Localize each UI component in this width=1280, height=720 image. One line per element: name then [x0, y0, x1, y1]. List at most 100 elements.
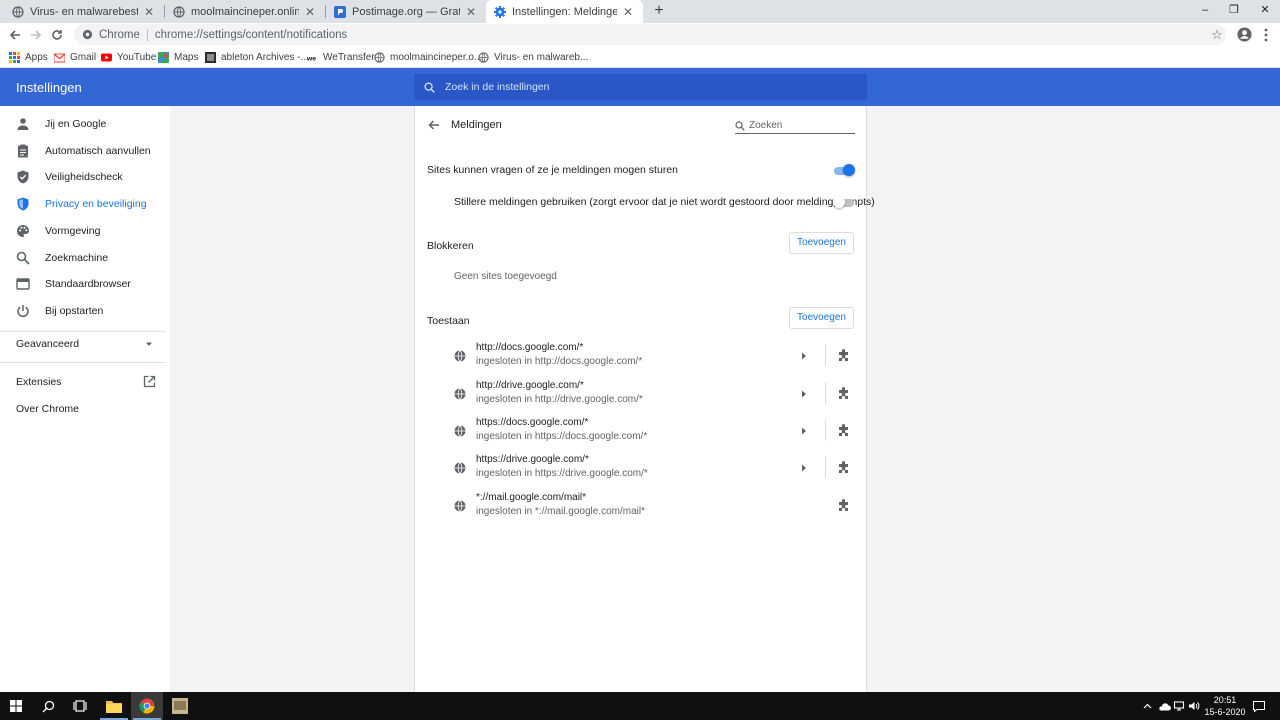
- bookmark-apps[interactable]: Apps: [9, 50, 48, 64]
- settings-title: Instellingen: [16, 80, 82, 95]
- site-embedded-text: ingesloten in *://mail.google.com/mail*: [476, 506, 645, 517]
- volume-icon[interactable]: [1187, 692, 1201, 720]
- notifications-search-box[interactable]: [735, 118, 855, 134]
- minimize-button[interactable]: –: [1190, 0, 1220, 20]
- tab-title: Postimage.org — Gratis afbeeldi: [352, 5, 460, 18]
- gmail-icon: [54, 53, 65, 62]
- puzzle-extension-icon[interactable]: [837, 499, 851, 513]
- bookmarks-bar: Apps Gmail YouTube Maps ableton Archives…: [0, 46, 1280, 68]
- quiet-notifications-label: Stillere meldingen gebruiken (zorgt ervo…: [454, 196, 875, 208]
- open-in-new-icon[interactable]: [143, 375, 156, 388]
- task-view-button[interactable]: [64, 692, 96, 720]
- allowed-site-row[interactable]: https://drive.google.com/* ingesloten in…: [415, 450, 868, 486]
- notifications-card: Meldingen Sites kunnen vragen of ze je m…: [414, 106, 875, 692]
- cloud-icon[interactable]: [1156, 692, 1172, 720]
- puzzle-extension-icon[interactable]: [837, 424, 851, 438]
- settings-search-box[interactable]: [414, 74, 867, 100]
- ask-permission-toggle[interactable]: [834, 164, 855, 176]
- omnibox-separator: [146, 28, 148, 41]
- notification-center-icon[interactable]: [1250, 692, 1268, 720]
- bookmark-wetransfer[interactable]: we WeTransfer: [307, 50, 375, 64]
- forward-arrow-icon[interactable]: [27, 26, 45, 44]
- taskbar-file-explorer[interactable]: [98, 692, 130, 720]
- quiet-notifications-toggle[interactable]: [833, 196, 854, 208]
- taskbar-app[interactable]: [164, 692, 196, 720]
- new-tab-button[interactable]: +: [650, 2, 668, 20]
- close-icon[interactable]: ✕: [303, 5, 317, 19]
- arrow-right-icon[interactable]: [800, 463, 808, 473]
- address-bar[interactable]: Chrome chrome://settings/content/notific…: [74, 24, 1226, 45]
- arrow-right-icon[interactable]: [800, 351, 808, 361]
- puzzle-extension-icon[interactable]: [837, 349, 851, 363]
- taskbar-clock[interactable]: 20:51 15-6-2020: [1200, 694, 1250, 718]
- globe-icon: [454, 425, 466, 437]
- allow-add-button[interactable]: Toevoegen: [789, 307, 854, 329]
- start-button[interactable]: [0, 692, 32, 720]
- sidebar-item-standaardbrowser[interactable]: Standaardbrowser: [0, 271, 170, 297]
- chrome-info-icon[interactable]: [82, 29, 93, 40]
- arrow-right-icon[interactable]: [800, 426, 808, 436]
- sidebar-item-veiligheidscheck[interactable]: Veiligheidscheck: [0, 164, 170, 190]
- bookmark-virus-malware[interactable]: Virus- en malwareb...: [478, 50, 588, 64]
- browser-toolbar: Chrome chrome://settings/content/notific…: [0, 23, 1280, 46]
- tab-moolmaincineper[interactable]: moolmaincineper.online komt st ✕: [165, 0, 325, 23]
- allowed-site-row[interactable]: http://drive.google.com/* ingesloten in …: [415, 376, 868, 412]
- row-separator: [825, 382, 826, 404]
- sidebar-item-label: Jij en Google: [45, 118, 107, 130]
- sidebar-item-jij-en-google[interactable]: Jij en Google: [0, 111, 170, 137]
- sidebar-item-zoekmachine[interactable]: Zoekmachine: [0, 245, 170, 271]
- tray-overflow-icon[interactable]: [1140, 692, 1154, 720]
- puzzle-extension-icon[interactable]: [837, 387, 851, 401]
- arrow-right-icon[interactable]: [800, 389, 808, 399]
- omnibox-url[interactable]: chrome://settings/content/notifications: [155, 29, 347, 41]
- taskbar-chrome[interactable]: [131, 692, 163, 720]
- close-icon[interactable]: ✕: [464, 5, 478, 19]
- search-icon: [424, 81, 435, 93]
- allowed-site-row[interactable]: https://docs.google.com/* ingesloten in …: [415, 413, 868, 449]
- wetransfer-icon: we: [307, 55, 316, 62]
- sidebar-item-automatisch-aanvullen[interactable]: Automatisch aanvullen: [0, 138, 170, 164]
- bookmark-youtube[interactable]: YouTube: [101, 50, 156, 64]
- sidebar-item-bij-opstarten[interactable]: Bij opstarten: [0, 298, 170, 324]
- notifications-search-input[interactable]: [749, 120, 849, 131]
- windows-logo-icon: [10, 700, 22, 712]
- sidebar-item-extensies[interactable]: Extensies: [16, 376, 62, 388]
- reload-icon[interactable]: [48, 26, 66, 44]
- back-arrow-icon[interactable]: [427, 118, 441, 132]
- bookmark-star-icon[interactable]: ☆: [1208, 24, 1226, 45]
- site-embedded-text: ingesloten in http://docs.google.com/*: [476, 356, 643, 367]
- sidebar-item-privacy-en-beveiliging[interactable]: Privacy en beveiliging: [0, 191, 170, 217]
- block-add-button[interactable]: Toevoegen: [789, 232, 854, 254]
- tab-instellingen-meldingen[interactable]: Instellingen: Meldingen ✕: [486, 0, 643, 23]
- puzzle-extension-icon[interactable]: [837, 461, 851, 475]
- caret-down-icon[interactable]: [144, 339, 154, 349]
- bookmark-maps[interactable]: Maps: [158, 50, 198, 64]
- back-arrow-icon[interactable]: [6, 26, 24, 44]
- sidebar-item-geavanceerd[interactable]: Geavanceerd: [16, 338, 79, 350]
- site-url: https://docs.google.com/*: [476, 417, 589, 428]
- sidebar-item-over-chrome[interactable]: Over Chrome: [16, 403, 79, 415]
- bookmark-label: Maps: [174, 51, 199, 63]
- windows-taskbar: 20:51 15-6-2020: [0, 692, 1280, 720]
- profile-avatar-icon[interactable]: [1237, 27, 1252, 42]
- network-icon[interactable]: [1172, 692, 1186, 720]
- menu-dots-icon[interactable]: [1263, 28, 1269, 42]
- tab-postimage[interactable]: Postimage.org — Gratis afbeeldi ✕: [326, 0, 486, 23]
- close-icon[interactable]: ✕: [621, 5, 635, 19]
- allow-section-label: Toestaan: [427, 315, 470, 327]
- ableton-icon: [205, 51, 216, 63]
- allowed-site-row[interactable]: http://docs.google.com/* ingesloten in h…: [415, 338, 868, 374]
- restore-button[interactable]: ❐: [1219, 0, 1249, 20]
- bookmark-label: moolmaincineper.o...: [390, 51, 483, 63]
- bookmark-gmail[interactable]: Gmail: [54, 50, 96, 64]
- bookmark-ableton[interactable]: ableton Archives -...: [205, 50, 309, 64]
- close-window-button[interactable]: ✕: [1250, 0, 1280, 20]
- chrome-logo-icon: [139, 698, 155, 714]
- close-icon[interactable]: ✕: [142, 5, 156, 19]
- sidebar-item-vormgeving[interactable]: Vormgeving: [0, 218, 170, 244]
- bookmark-moolmaincineper[interactable]: moolmaincineper.o...: [374, 50, 482, 64]
- tab-virus-malware[interactable]: Virus- en malwarebestrijding log ✕: [4, 0, 164, 23]
- taskbar-search-button[interactable]: [32, 692, 64, 720]
- settings-search-input[interactable]: [445, 81, 825, 93]
- allowed-site-row[interactable]: *://mail.google.com/mail* ingesloten in …: [415, 488, 868, 524]
